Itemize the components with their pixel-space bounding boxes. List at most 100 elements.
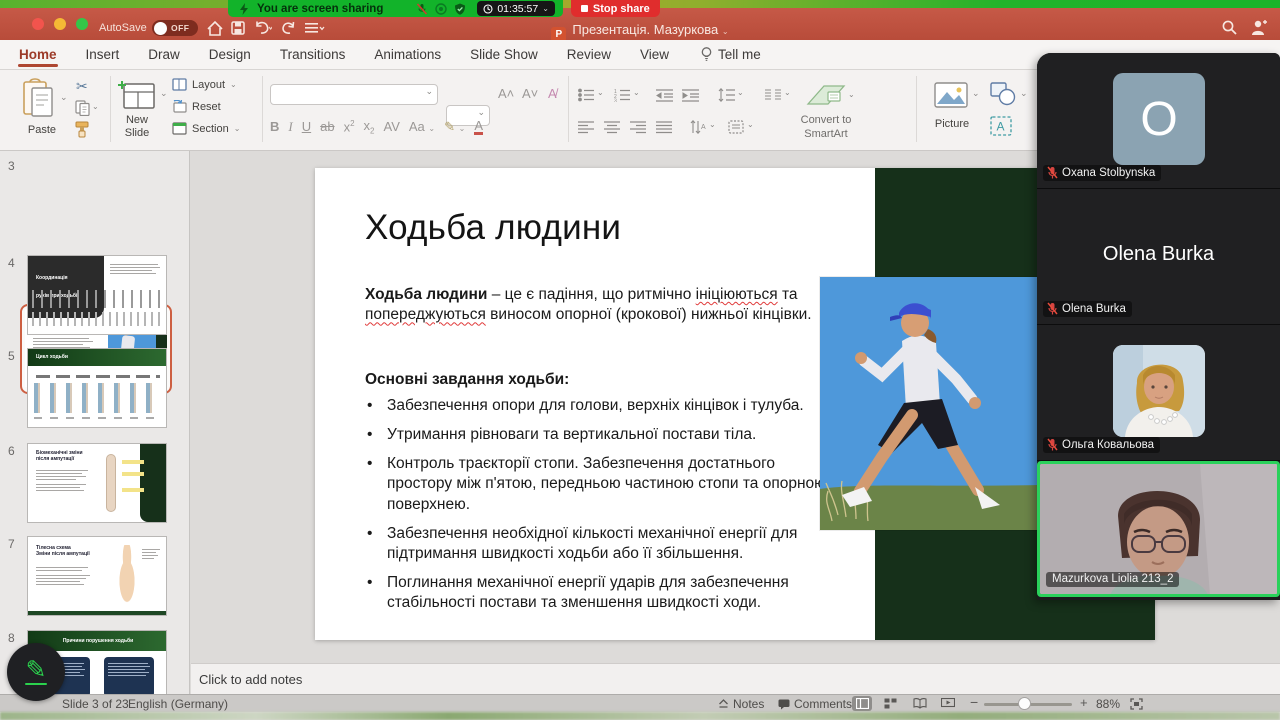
tab-review[interactable]: Review [566, 41, 612, 68]
bold-button[interactable]: B [270, 119, 279, 134]
thumbnail-slide-7[interactable]: Тілесна схемаЗміни після ампутації [27, 536, 167, 616]
font-name-combo[interactable] [270, 84, 438, 105]
character-spacing-button[interactable]: AV [384, 119, 400, 134]
participant-tile-olena[interactable]: Olena Burka Olena Burka [1037, 189, 1280, 325]
new-slide-icon[interactable] [118, 80, 156, 110]
participant-name: Olena Burka [1062, 303, 1126, 315]
new-slide-label[interactable]: NewSlide [114, 114, 160, 140]
slideshow-view-button[interactable] [938, 696, 958, 711]
notes-placeholder[interactable]: Click to add notes [199, 672, 302, 687]
reading-view-button[interactable] [910, 696, 930, 711]
title-chevron-icon: ⌄ [722, 27, 729, 36]
slide-canvas[interactable]: Ходьба людини Ходьба людини – це є падін… [315, 168, 1155, 640]
tab-view[interactable]: View [639, 41, 670, 68]
align-text-icon[interactable] [728, 120, 744, 134]
picture-icon[interactable] [934, 82, 968, 108]
participant-tile-oxana[interactable]: O Oxana Stolbynska [1037, 53, 1280, 189]
convert-smartart-label[interactable]: Convert toSmartArt [790, 114, 862, 142]
numbering-icon[interactable]: 123 [614, 88, 631, 102]
mini-figures-row [32, 312, 164, 326]
tab-transitions[interactable]: Transitions [279, 41, 347, 68]
language-selector[interactable]: English (Germany) [128, 697, 228, 711]
notes-pane[interactable]: Click to add notes [191, 663, 1280, 694]
section-button[interactable]: Section⌄ [172, 122, 240, 135]
zoom-in-button[interactable]: + [1080, 695, 1088, 710]
reset-button[interactable]: Reset [172, 100, 221, 113]
outdent-icon[interactable] [656, 88, 673, 102]
thumb-number: 8 [8, 631, 15, 645]
walking-woman-photo[interactable] [820, 277, 1040, 530]
normal-view-button[interactable] [852, 696, 872, 711]
italic-button[interactable]: I [288, 119, 292, 135]
tab-home[interactable]: Home [18, 41, 58, 68]
stop-share-button[interactable]: Stop share [571, 0, 660, 17]
reset-icon [172, 100, 187, 113]
participant-tile-olga[interactable]: Ольга Ковальова [1037, 325, 1280, 461]
bullets-icon[interactable] [578, 88, 595, 102]
text-box-icon[interactable]: A [990, 116, 1012, 136]
strikethrough-button[interactable]: ab [320, 119, 334, 134]
slide-sorter-view-button[interactable] [880, 696, 900, 711]
meeting-timer-text: 01:35:57 [497, 3, 538, 15]
tab-design[interactable]: Design [208, 41, 252, 68]
zoom-percentage[interactable]: 88% [1096, 697, 1120, 711]
notes-toggle-icon [718, 699, 729, 709]
layout-button[interactable]: Layout⌄ [172, 78, 237, 91]
slide-intro-textbox[interactable]: Ходьба людини – це є падіння, що ритмічн… [365, 285, 823, 326]
underline-button[interactable]: U [302, 119, 311, 134]
tell-me-box[interactable]: Tell me [701, 47, 761, 62]
shapes-icon[interactable] [990, 82, 1016, 106]
slide-bullet-list[interactable]: Забезпечення опори для голови, верхніх к… [365, 396, 827, 622]
align-center-icon[interactable] [604, 120, 621, 134]
grow-font-button[interactable]: A˄ [498, 86, 514, 101]
comments-toggle[interactable]: Comments [778, 697, 852, 711]
clear-format-button[interactable]: A̸ [548, 86, 557, 101]
shrink-font-button[interactable]: A˅ [522, 86, 538, 101]
slide-title-textbox[interactable]: Ходьба людини [365, 208, 621, 248]
thumbnail-slide-5[interactable]: Цикл ходьби [27, 348, 167, 428]
indent-icon[interactable] [682, 88, 699, 102]
fit-to-window-icon[interactable] [1130, 698, 1143, 710]
paste-label[interactable]: Paste [22, 124, 62, 136]
change-case-button[interactable]: Aa ⌄ [409, 119, 435, 134]
paste-icon[interactable] [22, 78, 56, 118]
format-painter-icon[interactable] [74, 120, 92, 138]
superscript-button[interactable]: x2 [344, 119, 355, 134]
justify-icon[interactable] [656, 120, 673, 134]
notes-toggle[interactable]: Notes [718, 697, 764, 711]
shapes-chevron-icon: ⌄ [1020, 88, 1028, 99]
tab-slide-show[interactable]: Slide Show [469, 41, 539, 68]
align-right-icon[interactable] [630, 120, 647, 134]
svg-text:3: 3 [614, 99, 617, 103]
mini-title-6: Біомеханічні змінипісля ампутації [36, 450, 83, 463]
zoom-slider-knob[interactable] [1018, 697, 1031, 710]
convert-smartart-icon[interactable] [806, 80, 846, 110]
zoom-out-button[interactable]: − [970, 694, 978, 710]
document-title[interactable]: PПрезентація. Мазуркова ⌄ [0, 22, 1280, 42]
participant-name-tag: Mazurkova Liolia 213_2 [1046, 572, 1179, 587]
text-direction-icon[interactable]: A [690, 120, 706, 134]
thumb-number: 5 [8, 349, 15, 363]
cut-icon[interactable]: ✂ [76, 78, 88, 95]
meeting-timer[interactable]: 01:35:57 ⌄ [477, 1, 555, 16]
tab-animations[interactable]: Animations [373, 41, 442, 68]
columns-icon[interactable] [764, 88, 782, 102]
participant-name-tag: Ольга Ковальова [1043, 437, 1160, 453]
smartart-chevron-icon: ⌄ [848, 90, 855, 99]
subscript-button[interactable]: x2 [364, 118, 375, 136]
align-left-icon[interactable] [578, 120, 595, 134]
tab-draw[interactable]: Draw [147, 41, 181, 68]
tab-insert[interactable]: Insert [85, 41, 121, 68]
thumbnail-slide-6[interactable]: Біомеханічні змінипісля ампутації [27, 443, 167, 523]
participant-tile-mazurkova-active[interactable]: Mazurkova Liolia 213_2 [1037, 461, 1280, 597]
font-color-button[interactable]: A [474, 119, 483, 135]
thumbnail-slide-4[interactable]: Координаціярухів при ходьбі [27, 255, 167, 335]
line-spacing-icon[interactable] [718, 88, 735, 102]
share-user-icon[interactable] [1250, 19, 1268, 36]
picture-label[interactable]: Picture [930, 118, 974, 130]
highlight-button[interactable]: ✎ ⌄ [444, 119, 465, 135]
copy-icon[interactable] [75, 100, 91, 116]
section-icon [172, 122, 187, 135]
search-icon[interactable] [1222, 20, 1237, 35]
zoom-annotate-button[interactable]: ✎ [7, 643, 65, 701]
